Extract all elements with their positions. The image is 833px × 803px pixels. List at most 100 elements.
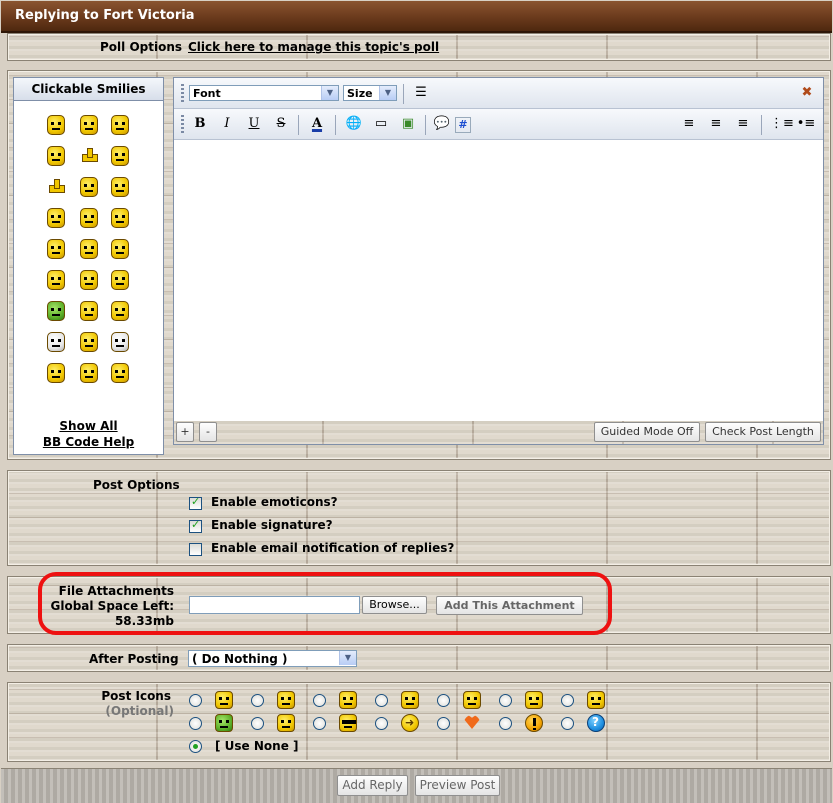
post-icon-radio[interactable]: [437, 717, 450, 730]
smiley-icon[interactable]: [80, 115, 98, 135]
align-center-icon[interactable]: ≡: [706, 115, 726, 133]
quote-icon[interactable]: 💬: [432, 115, 452, 133]
file-path-input[interactable]: [189, 596, 360, 614]
post-icon-radio[interactable]: [251, 694, 264, 707]
manage-poll-link[interactable]: Click here to manage this topic's poll: [188, 40, 439, 54]
smiley-icon[interactable]: [111, 177, 129, 197]
enable-signature-checkbox[interactable]: [189, 518, 202, 533]
smiley-icon[interactable]: [47, 239, 65, 259]
shrink-editor-button[interactable]: -: [199, 422, 217, 442]
post-icon-radio[interactable]: [561, 717, 574, 730]
smiley-icon[interactable]: [111, 146, 129, 166]
toolbar-separator: [425, 115, 426, 135]
code-icon[interactable]: #: [455, 117, 471, 133]
message-textarea[interactable]: [174, 140, 823, 421]
strikethrough-button[interactable]: S: [271, 115, 291, 133]
unordered-list-icon[interactable]: •≡: [796, 115, 816, 133]
smiley-icon[interactable]: [47, 115, 65, 135]
smiley-icon[interactable]: [80, 301, 98, 321]
after-posting-row: After Posting ( Do Nothing ) ▼: [7, 644, 831, 672]
browse-button[interactable]: Browse...: [362, 596, 427, 614]
smiley-icon[interactable]: [111, 239, 129, 259]
guided-mode-button[interactable]: Guided Mode Off: [594, 422, 700, 442]
smiley-icon[interactable]: [47, 208, 65, 228]
post-icon-radio[interactable]: [561, 694, 574, 707]
bold-button[interactable]: B: [190, 115, 210, 133]
add-attachment-button[interactable]: Add This Attachment: [436, 596, 583, 615]
size-select-value: Size: [347, 87, 373, 100]
italic-button[interactable]: I: [217, 115, 237, 133]
post-icon-radio[interactable]: [313, 694, 326, 707]
smiley-icon[interactable]: [111, 301, 129, 321]
smiley-icon[interactable]: [111, 363, 129, 383]
thumbs-down-icon[interactable]: [80, 146, 98, 166]
use-none-radio[interactable]: [189, 740, 202, 753]
post-icons-panel: Post Icons (Optional) [ Use None ]: [7, 682, 831, 762]
title-bar: Replying to Fort Victoria: [1, 1, 832, 33]
expand-editor-button[interactable]: +: [176, 422, 194, 442]
heart-icon: [463, 714, 481, 732]
post-icon-radio[interactable]: [375, 717, 388, 730]
close-icon[interactable]: ✖: [797, 84, 817, 102]
show-all-link[interactable]: Show All: [14, 419, 163, 433]
file-attachments-panel: File Attachments Global Space Left: 58.3…: [7, 576, 831, 634]
smiley-icon[interactable]: [80, 332, 98, 352]
toolbar-grip[interactable]: [181, 84, 184, 102]
email-notification-checkbox[interactable]: [189, 543, 202, 556]
toolbar-separator: [761, 115, 762, 135]
image-icon[interactable]: ▣: [398, 115, 418, 133]
post-icon-radio[interactable]: [375, 694, 388, 707]
clown-smiley-icon[interactable]: [111, 332, 129, 352]
smiley-icon[interactable]: [111, 115, 129, 135]
align-right-icon[interactable]: ≡: [733, 115, 753, 133]
smiley-icon[interactable]: [111, 270, 129, 290]
post-icon-radio[interactable]: [499, 694, 512, 707]
post-icon-radio[interactable]: [499, 717, 512, 730]
remove-format-icon[interactable]: ☰: [411, 84, 431, 102]
post-icon-radio[interactable]: [189, 694, 202, 707]
post-icon-radio[interactable]: [251, 717, 264, 730]
after-posting-select[interactable]: ( Do Nothing ) ▼: [188, 650, 357, 667]
post-icon-radio[interactable]: [189, 717, 202, 730]
link-globe-icon[interactable]: 🌐: [344, 115, 364, 133]
smiley-icon: [277, 691, 295, 709]
tongue-smiley-icon: [401, 691, 419, 709]
smiley-icon[interactable]: [80, 177, 98, 197]
sunglasses-smiley-icon: [339, 714, 357, 732]
smiley-icon[interactable]: [80, 363, 98, 383]
sick-smiley-icon[interactable]: [47, 301, 65, 321]
email-notification-label: Enable email notification of replies?: [211, 541, 455, 555]
text-color-button[interactable]: A: [307, 115, 327, 133]
check-post-length-button[interactable]: Check Post Length: [705, 422, 821, 442]
toolbar-separator: [298, 115, 299, 135]
enable-emoticons-checkbox[interactable]: [189, 495, 202, 510]
align-left-icon[interactable]: ≡: [679, 115, 699, 133]
ordered-list-icon[interactable]: ⋮≡: [770, 115, 794, 133]
smiley-icon[interactable]: [111, 208, 129, 228]
post-editor: Font ▼ Size ▼ ☰ ✖ B I U S A 🌐 ▭ ▣ 💬 # ≡ …: [173, 77, 824, 445]
poll-options-label: Poll Options: [100, 40, 183, 54]
post-icon-radio[interactable]: [313, 717, 326, 730]
toolbar-grip[interactable]: [181, 115, 184, 133]
thumbs-up-icon[interactable]: [47, 177, 65, 197]
smiley-icon[interactable]: [80, 239, 98, 259]
preview-post-button[interactable]: Preview Post: [415, 775, 500, 796]
skull-smiley-icon[interactable]: [47, 332, 65, 352]
confused-smiley-icon: [277, 714, 295, 732]
add-reply-button[interactable]: Add Reply: [337, 775, 408, 796]
chevron-down-icon: ▼: [339, 651, 356, 665]
smiley-icon[interactable]: [80, 270, 98, 290]
smiley-icon[interactable]: [80, 208, 98, 228]
post-icon-radio[interactable]: [437, 694, 450, 707]
size-select[interactable]: Size ▼: [343, 85, 397, 101]
underline-button[interactable]: U: [244, 115, 264, 133]
after-posting-label: After Posting: [89, 652, 179, 666]
smiley-icon[interactable]: [47, 146, 65, 166]
font-select[interactable]: Font ▼: [189, 85, 339, 101]
smiley-icon[interactable]: [47, 270, 65, 290]
email-icon[interactable]: ▭: [371, 115, 391, 133]
editor-toolbar-format: B I U S A 🌐 ▭ ▣ 💬 # ≡ ≡ ≡ ⋮≡ •≡: [174, 109, 823, 140]
bbcode-help-link[interactable]: BB Code Help: [14, 435, 163, 449]
post-icons-label: Post Icons: [101, 689, 171, 703]
smiley-icon[interactable]: [47, 363, 65, 383]
